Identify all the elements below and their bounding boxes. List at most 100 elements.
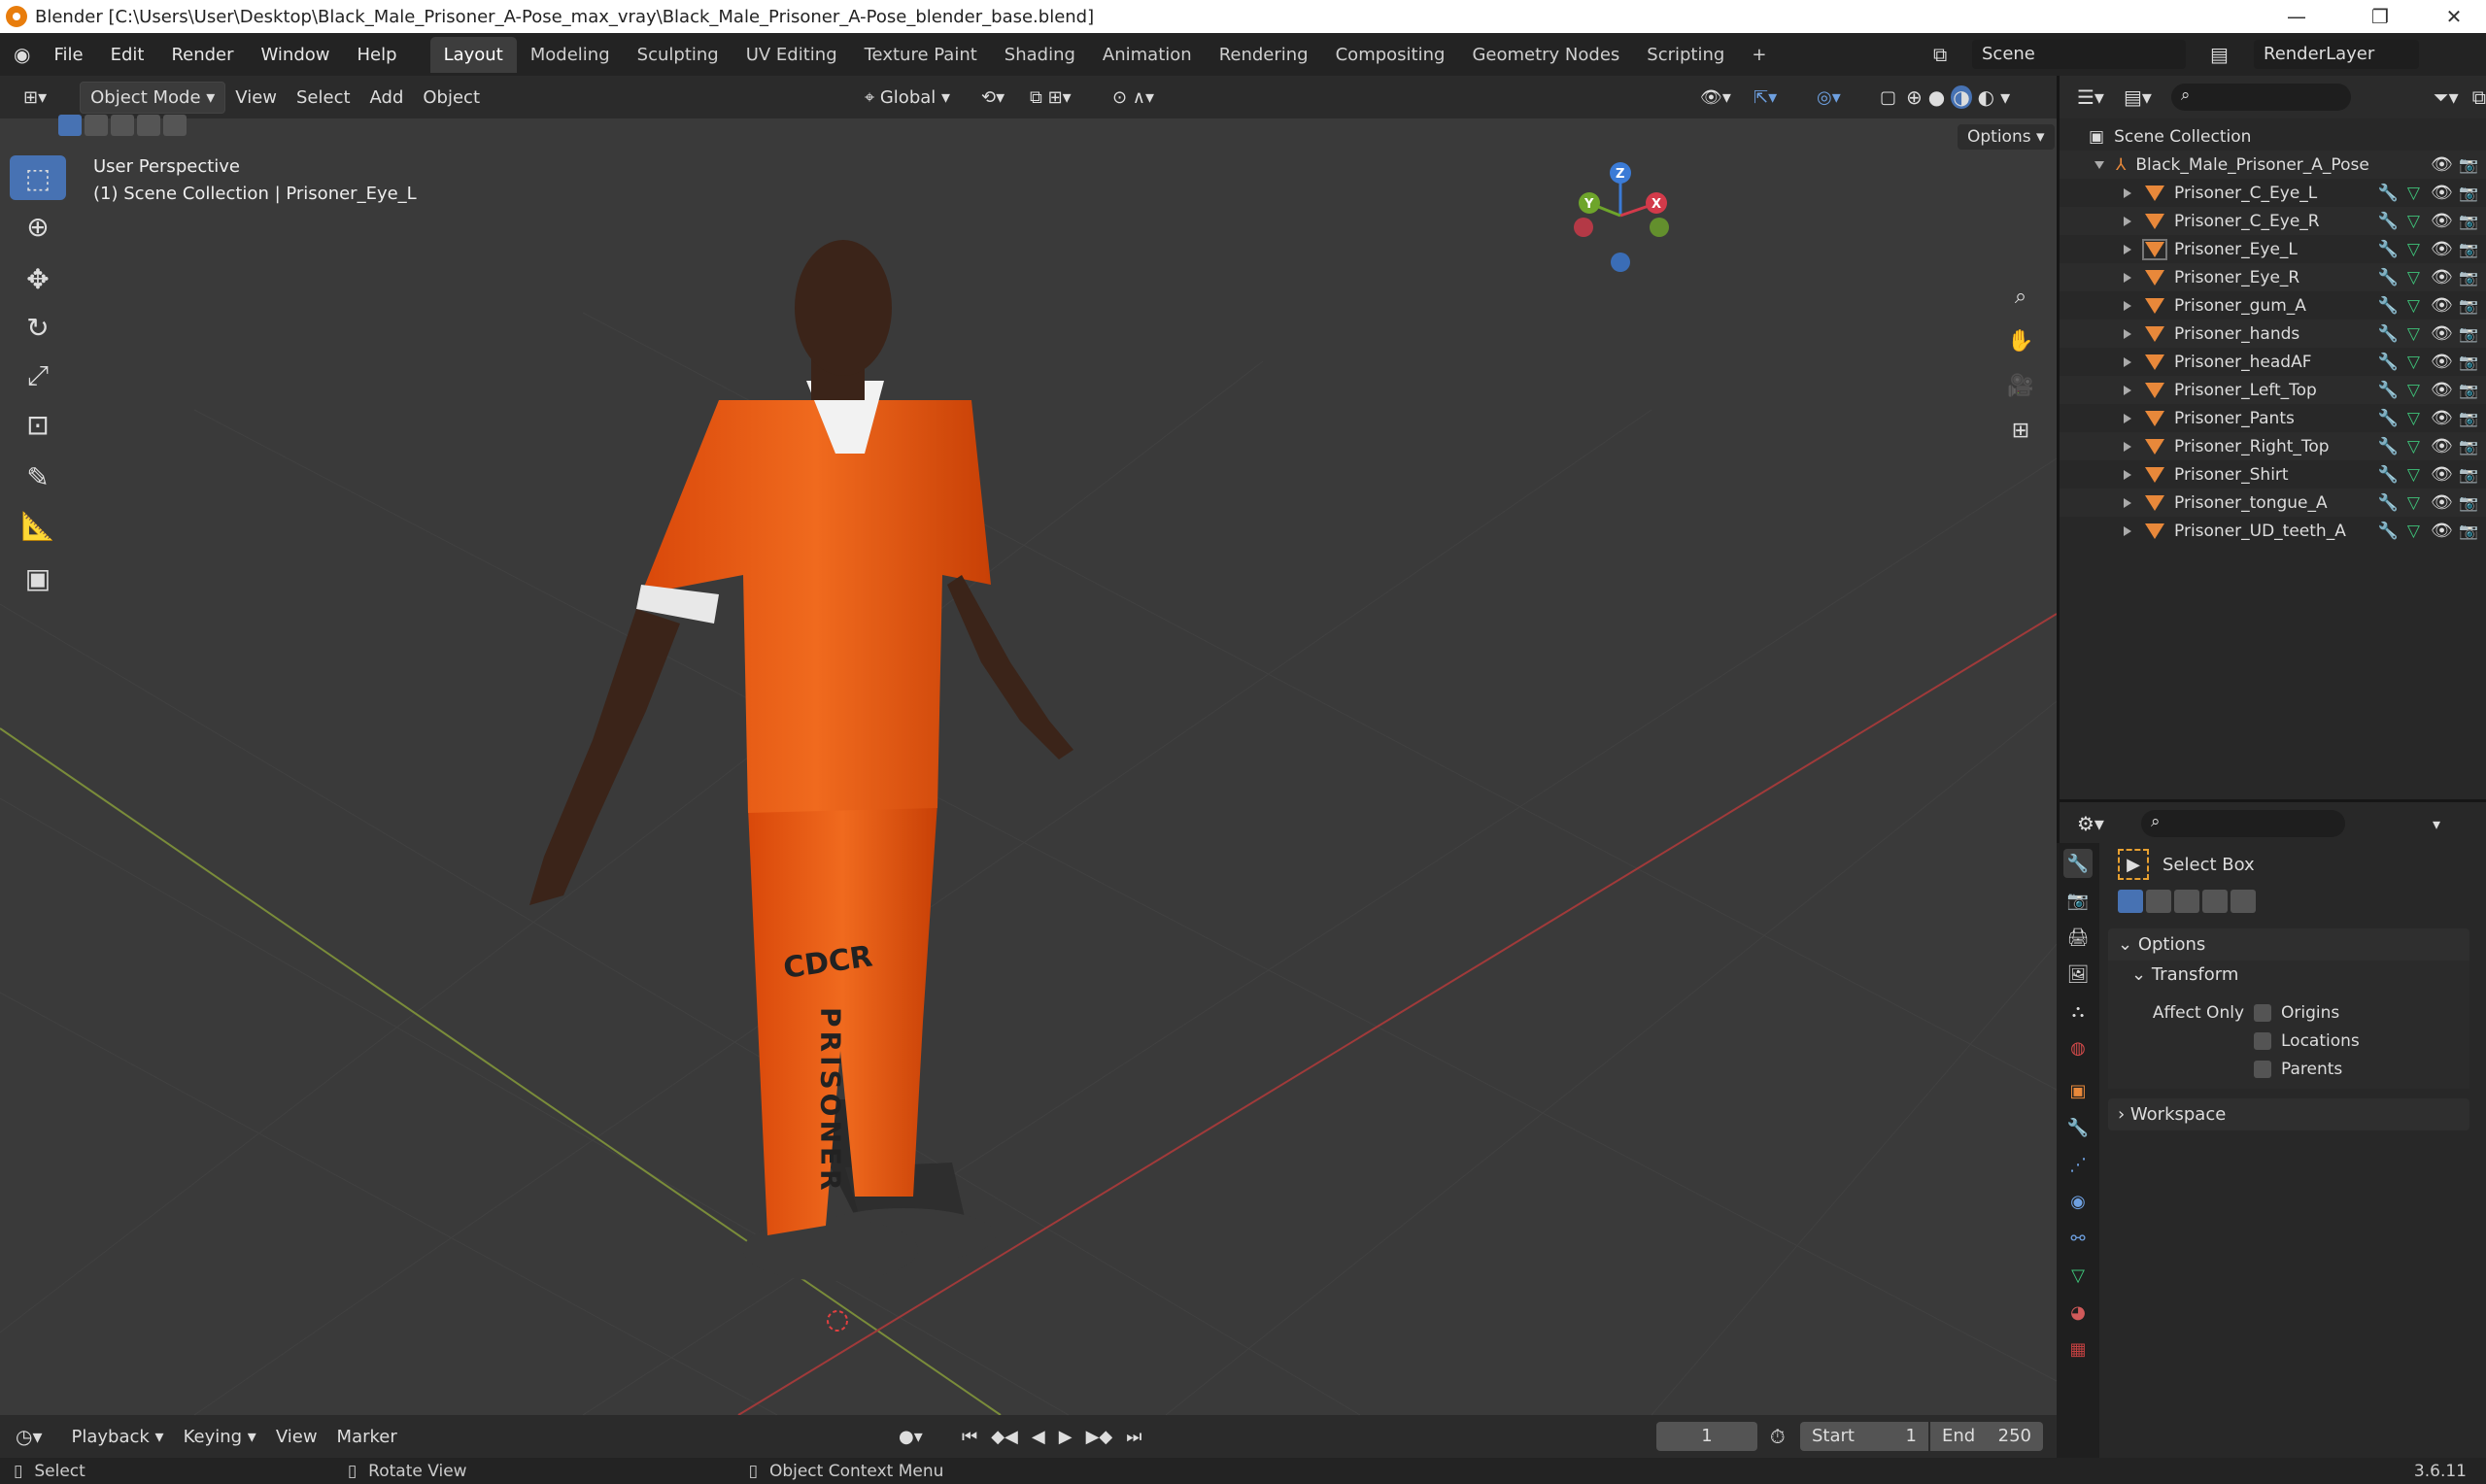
render-layer-icon[interactable]: ▤: [2210, 43, 2229, 66]
outliner-scene-collection[interactable]: ▣ Scene Collection: [2060, 122, 2486, 151]
snap-icon[interactable]: ⧉ ⊞▾: [1020, 83, 1081, 113]
expand-icon[interactable]: [2124, 300, 2131, 311]
outliner-item[interactable]: Prisoner_C_Eye_L 🔧 ▽ 👁 📷: [2060, 179, 2486, 207]
render-camera-icon[interactable]: 📷: [2459, 409, 2478, 427]
expand-icon[interactable]: [2124, 469, 2131, 480]
transform-tool-icon[interactable]: ⊡: [10, 402, 66, 447]
eye-icon[interactable]: 👁: [2431, 154, 2453, 175]
outliner-item[interactable]: Prisoner_Left_Top 🔧 ▽ 👁 📷: [2060, 376, 2486, 404]
eye-icon[interactable]: 👁: [2431, 183, 2453, 203]
menu-view[interactable]: View: [225, 83, 287, 113]
scene-icon[interactable]: ⧉: [1933, 43, 1947, 66]
physics-tab-icon[interactable]: ◉: [2063, 1187, 2093, 1216]
tab-scripting[interactable]: Scripting: [1633, 37, 1738, 73]
tab-compositing[interactable]: Compositing: [1322, 37, 1459, 73]
blender-menu-icon[interactable]: ◉: [14, 43, 30, 66]
overlay-icon[interactable]: ◎▾: [1807, 83, 1851, 113]
shading-dropdown-icon[interactable]: ▾: [2000, 85, 2010, 109]
solid-shading-icon[interactable]: ●: [1928, 85, 1945, 109]
tab-sculpting[interactable]: Sculpting: [624, 37, 732, 73]
annotate-tool-icon[interactable]: ✎: [10, 455, 66, 499]
measure-tool-icon[interactable]: 📐: [10, 503, 66, 548]
add-cube-tool-icon[interactable]: ▣: [10, 556, 66, 600]
editor-type-icon[interactable]: ⊞▾: [14, 83, 56, 113]
jump-end-icon[interactable]: ⏭: [1126, 1427, 1141, 1447]
expand-icon[interactable]: [2124, 385, 2131, 395]
expand-icon[interactable]: [2124, 187, 2131, 198]
timeline-editor-icon[interactable]: ◷▾: [16, 1425, 43, 1448]
eye-icon[interactable]: 👁: [2431, 464, 2453, 485]
filter-icon[interactable]: ⏷▾: [2434, 85, 2459, 109]
expand-icon[interactable]: [2124, 413, 2131, 423]
eye-icon[interactable]: 👁: [2431, 323, 2453, 344]
display-mode-icon[interactable]: ▤▾: [2124, 85, 2152, 109]
gizmo-icon[interactable]: ⇱▾: [1744, 83, 1787, 113]
workspace-panel-header[interactable]: › Workspace: [2108, 1098, 2469, 1130]
tab-modeling[interactable]: Modeling: [517, 37, 624, 73]
select-box-tool-icon[interactable]: ⬚: [10, 155, 66, 200]
expand-icon[interactable]: [2124, 216, 2131, 226]
expand-icon[interactable]: [2124, 525, 2131, 536]
pan-hand-icon[interactable]: ✋: [2001, 321, 2040, 360]
locations-checkbox[interactable]: [2254, 1031, 2271, 1050]
record-icon[interactable]: ●▾: [899, 1427, 923, 1447]
outliner-item[interactable]: Prisoner_Eye_L 🔧 ▽ 👁 📷: [2060, 235, 2486, 263]
eye-icon[interactable]: 👁: [2431, 267, 2453, 287]
outliner-item[interactable]: Prisoner_Pants 🔧 ▽ 👁 📷: [2060, 404, 2486, 432]
props-select-invert-icon[interactable]: [2231, 890, 2256, 913]
outliner-editor-icon[interactable]: ☰▾: [2077, 85, 2104, 109]
render-camera-icon[interactable]: 📷: [2459, 522, 2478, 540]
next-keyframe-icon[interactable]: ▶◆: [1086, 1427, 1113, 1447]
new-collection-icon[interactable]: ⧉: [2472, 85, 2486, 109]
cursor-tool-icon[interactable]: ⊕: [10, 204, 66, 249]
outliner-item[interactable]: Prisoner_Right_Top 🔧 ▽ 👁 📷: [2060, 432, 2486, 460]
prisoner-model[interactable]: [529, 240, 1073, 1281]
select-new-icon[interactable]: [58, 115, 82, 136]
transform-subpanel-header[interactable]: ⌄ Transform: [2108, 961, 2469, 989]
menu-file[interactable]: File: [40, 45, 96, 65]
render-camera-icon[interactable]: 📷: [2459, 155, 2478, 174]
tab-layout[interactable]: Layout: [429, 36, 517, 73]
tab-uv-editing[interactable]: UV Editing: [732, 37, 851, 73]
close-button[interactable]: ✕: [2425, 0, 2483, 33]
material-shading-icon[interactable]: ◑: [1951, 85, 1972, 109]
expand-icon[interactable]: [2124, 356, 2131, 367]
select-subtract-icon[interactable]: [111, 115, 134, 136]
eye-icon[interactable]: 👁: [2431, 492, 2453, 513]
tab-geometry-nodes[interactable]: Geometry Nodes: [1458, 37, 1633, 73]
outliner-item[interactable]: Prisoner_gum_A 🔧 ▽ 👁 📷: [2060, 291, 2486, 320]
scene-tab-icon[interactable]: ⛬: [2063, 996, 2093, 1026]
collapse-icon[interactable]: [2094, 160, 2104, 169]
select-extend-icon[interactable]: [85, 115, 108, 136]
expand-icon[interactable]: [2124, 441, 2131, 452]
expand-icon[interactable]: [2124, 244, 2131, 254]
menu-timeline-view[interactable]: View: [266, 1422, 327, 1452]
menu-keying[interactable]: Keying ▾: [174, 1422, 266, 1452]
eye-icon[interactable]: 👁: [2431, 380, 2453, 400]
stopwatch-icon[interactable]: ⏱: [1770, 1425, 1786, 1448]
render-camera-icon[interactable]: 📷: [2459, 324, 2478, 343]
scene-selector[interactable]: Scene: [1972, 40, 2186, 69]
camera-icon[interactable]: 🎥: [2001, 366, 2040, 405]
menu-help[interactable]: Help: [344, 45, 411, 65]
outliner-collection[interactable]: ⅄ Black_Male_Prisoner_A_Pose 👁 📷: [2060, 151, 2486, 179]
particles-tab-icon[interactable]: ⋰: [2063, 1150, 2093, 1179]
3d-viewport[interactable]: CDCR PRISONER Z X Y ⌕ ✋ 🎥 ⊞ Options ▾: [0, 118, 2057, 1415]
menu-add[interactable]: Add: [360, 83, 414, 113]
expand-icon[interactable]: [2124, 272, 2131, 283]
outliner-item[interactable]: Prisoner_tongue_A 🔧 ▽ 👁 📷: [2060, 489, 2486, 517]
eye-icon[interactable]: 👁: [2431, 239, 2453, 259]
world-tab-icon[interactable]: ◍: [2063, 1033, 2093, 1062]
add-workspace-button[interactable]: +: [1738, 37, 1780, 73]
outliner-item[interactable]: Prisoner_headAF 🔧 ▽ 👁 📷: [2060, 348, 2486, 376]
options-panel-header[interactable]: ⌄ Options: [2108, 928, 2469, 961]
current-frame-field[interactable]: 1: [1656, 1422, 1757, 1451]
outliner-item[interactable]: Prisoner_hands 🔧 ▽ 👁 📷: [2060, 320, 2486, 348]
data-tab-icon[interactable]: ▽: [2063, 1261, 2093, 1290]
xray-icon[interactable]: ▢: [1870, 83, 1906, 113]
render-camera-icon[interactable]: 📷: [2459, 212, 2478, 230]
render-camera-icon[interactable]: 📷: [2459, 268, 2478, 287]
props-select-intersect-icon[interactable]: [2202, 890, 2228, 913]
render-camera-icon[interactable]: 📷: [2459, 240, 2478, 258]
pivot-icon[interactable]: ⟲▾: [971, 83, 1014, 113]
